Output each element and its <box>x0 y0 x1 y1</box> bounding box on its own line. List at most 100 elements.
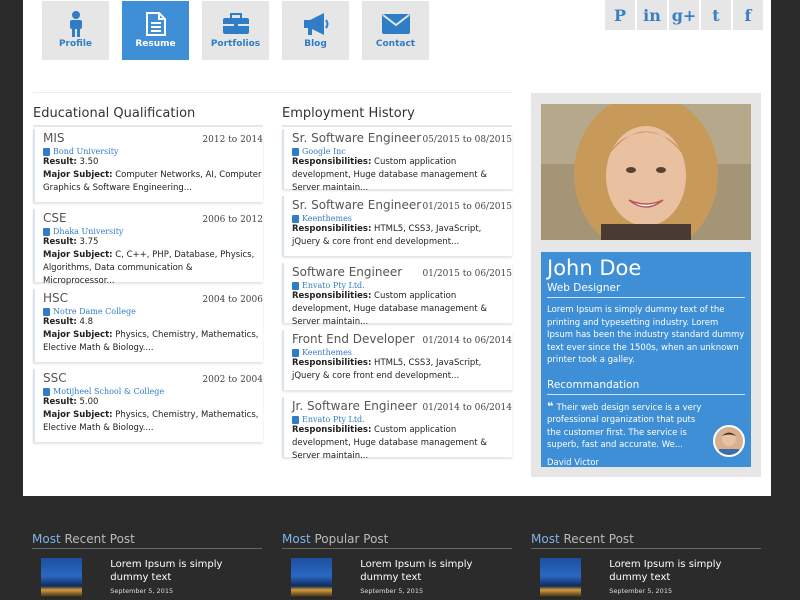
book-icon <box>43 147 50 156</box>
social-links: P in g+ t f <box>603 0 763 30</box>
period: 01/2014 to 06/2014 <box>422 336 512 346</box>
company-link[interactable]: Keenthemes <box>302 214 352 223</box>
footer-column: Most Recent Post Lorem Ipsum is simply d… <box>531 532 761 598</box>
institution-link[interactable]: Dhaka University <box>53 227 123 236</box>
twitter-icon[interactable]: t <box>701 0 731 30</box>
result-label: Result: <box>43 397 77 407</box>
position: Jr. Software Engineer <box>292 399 418 413</box>
institution-link[interactable]: Motijheel School & College <box>53 387 164 396</box>
footer-post[interactable]: Lorem Ipsum is simply dummy text Septembe… <box>282 558 512 598</box>
briefcase-icon <box>292 147 299 156</box>
book-icon <box>43 387 50 396</box>
book-icon <box>43 227 50 236</box>
post-title[interactable]: Lorem Ipsum is simply dummy text <box>360 558 512 584</box>
degree: CSE <box>43 211 67 225</box>
institution-link[interactable]: Notre Dame College <box>53 307 136 316</box>
briefcase-icon <box>292 348 299 357</box>
period: 01/2015 to 06/2015 <box>422 269 512 279</box>
company-link[interactable]: Keenthemes <box>302 348 352 357</box>
pinterest-icon[interactable]: P <box>605 0 635 30</box>
tab-profile[interactable]: Profile <box>42 1 109 60</box>
briefcase-icon <box>292 415 299 424</box>
education-title: Educational Qualification <box>33 106 196 121</box>
tab-resume[interactable]: Resume <box>122 1 189 60</box>
post-date: September 5, 2015 <box>110 587 174 595</box>
subject-label: Major Subject: <box>43 250 113 260</box>
tab-label: Portfolios <box>210 39 261 49</box>
company-link[interactable]: Envato Pty Ltd. <box>302 281 365 290</box>
briefcase-icon <box>292 281 299 290</box>
googleplus-icon[interactable]: g+ <box>669 0 699 30</box>
tab-portfolios[interactable]: Portfolios <box>202 1 269 60</box>
briefcase-icon <box>292 214 299 223</box>
linkedin-icon[interactable]: in <box>637 0 667 30</box>
tab-label: Contact <box>375 39 416 49</box>
envelope-icon <box>381 11 410 37</box>
footer-column: Most Popular Post Lorem Ipsum is simply … <box>282 532 512 598</box>
main-card: Profile Resume Portfolios Blog Contact P… <box>23 0 771 496</box>
profile-sidebar: John Doe Web Designer Lorem Ipsum is sim… <box>531 93 761 477</box>
tab-label: Profile <box>58 39 93 49</box>
resume-icon <box>145 11 166 37</box>
quote-icon: ❝ <box>547 399 554 413</box>
person-icon <box>68 11 84 37</box>
period: 01/2015 to 06/2015 <box>422 202 512 212</box>
post-thumbnail[interactable] <box>540 558 582 598</box>
divider <box>33 92 513 93</box>
quote-author: David Victor <box>547 457 599 468</box>
main-nav: Profile Resume Portfolios Blog Contact <box>42 1 442 60</box>
subject-label: Major Subject: <box>43 330 113 340</box>
recommendation-title: Recommandation <box>547 379 745 395</box>
result-label: Result: <box>43 317 77 327</box>
years: 2002 to 2004 <box>202 375 263 385</box>
footer-post[interactable]: Lorem Ipsum is simply dummy text Septembe… <box>32 558 262 598</box>
avatar <box>713 425 745 457</box>
years: 2004 to 2006 <box>202 295 263 305</box>
tab-contact[interactable]: Contact <box>362 1 429 60</box>
footer-column: Most Recent Post Lorem Ipsum is simply d… <box>32 532 262 598</box>
post-title[interactable]: Lorem Ipsum is simply dummy text <box>609 558 761 584</box>
employment-item: Sr. Software Engineer 01/2015 to 06/2015 … <box>282 196 512 256</box>
position: Sr. Software Engineer <box>292 198 422 212</box>
education-item: MIS 2012 to 2014 Bond University Result: … <box>33 129 263 202</box>
divider <box>33 125 263 127</box>
quote-text: Their web design service is a very profe… <box>547 402 702 451</box>
result-value: 3.75 <box>79 237 99 247</box>
position: Front End Developer <box>292 332 415 346</box>
result-value: 5.00 <box>79 397 99 407</box>
period: 01/2014 to 06/2014 <box>422 403 512 413</box>
employment-item: Software Engineer 01/2015 to 06/2015 Enva… <box>282 263 512 327</box>
result-label: Result: <box>43 237 77 247</box>
years: 2012 to 2014 <box>202 135 263 145</box>
tab-blog[interactable]: Blog <box>282 1 349 60</box>
responsibilities-label: Responsibilities: <box>292 358 372 368</box>
company-link[interactable]: Google Inc <box>302 147 346 156</box>
post-title[interactable]: Lorem Ipsum is simply dummy text <box>110 558 262 584</box>
responsibilities-label: Responsibilities: <box>292 425 372 435</box>
footer-post[interactable]: Lorem Ipsum is simply dummy text Septembe… <box>531 558 761 598</box>
responsibilities-label: Responsibilities: <box>292 291 372 301</box>
result-label: Result: <box>43 157 77 167</box>
post-thumbnail[interactable] <box>291 558 333 598</box>
briefcase-icon <box>222 11 250 37</box>
subject-label: Major Subject: <box>43 170 113 180</box>
degree: MIS <box>43 131 65 145</box>
employment-item: Sr. Software Engineer 05/2015 to 08/2015 … <box>282 129 512 193</box>
facebook-icon[interactable]: f <box>733 0 763 30</box>
degree: HSC <box>43 291 69 305</box>
education-item: SSC 2002 to 2004 Motijheel School & Colle… <box>33 369 263 442</box>
institution-link[interactable]: Bond University <box>53 147 118 156</box>
tab-label: Blog <box>304 39 327 49</box>
post-thumbnail[interactable] <box>41 558 83 598</box>
tab-label: Resume <box>135 39 176 49</box>
profile-photo <box>541 104 751 240</box>
years: 2006 to 2012 <box>202 215 263 225</box>
result-value: 3.50 <box>79 157 99 167</box>
divider <box>282 125 512 127</box>
footer: Most Recent Post Lorem Ipsum is simply d… <box>0 496 800 600</box>
employment-item: Front End Developer 01/2014 to 06/2014 Ke… <box>282 330 512 390</box>
result-value: 4.8 <box>79 317 94 327</box>
responsibilities-label: Responsibilities: <box>292 157 372 167</box>
employment-item: Jr. Software Engineer 01/2014 to 06/2014 … <box>282 397 512 461</box>
company-link[interactable]: Envato Pty Ltd. <box>302 415 365 424</box>
